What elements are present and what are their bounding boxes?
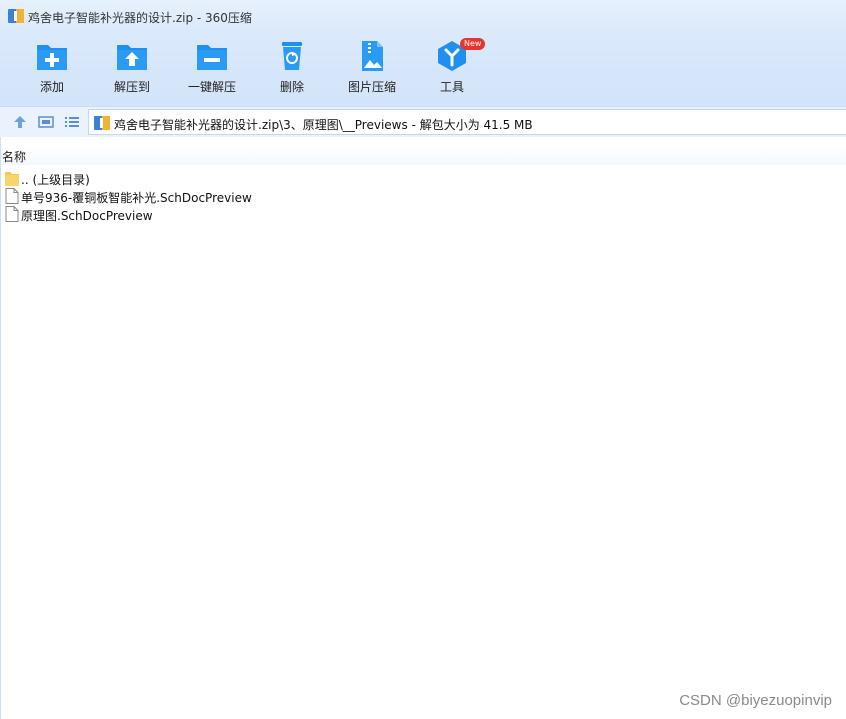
file-icon — [5, 188, 19, 204]
add-folder-icon — [37, 45, 67, 70]
delete-button[interactable]: 删除 — [256, 40, 328, 100]
delete-button-label: 删除 — [279, 80, 304, 94]
list-item[interactable]: 原理图.SchDocPreview — [5, 205, 405, 223]
list-item[interactable]: 单号936-覆铜板智能补光.SchDocPreview — [5, 187, 405, 205]
archive-icon — [8, 9, 24, 23]
one-click-extract-button[interactable]: 一键解压 — [176, 40, 248, 100]
archive-icon — [94, 116, 110, 130]
column-header-name[interactable]: 名称 — [1, 147, 846, 165]
list-item-name: .. (上级目录) — [21, 173, 90, 187]
one-click-extract-button-label: 一键解压 — [187, 80, 236, 94]
address-bar[interactable]: 鸡舍电子智能补光器的设计.zip\3、原理图\__Previews - 解包大小… — [88, 109, 846, 135]
tools-button[interactable]: New 工具 — [416, 38, 488, 100]
trash-icon — [282, 42, 302, 70]
extract-to-button-label: 解压到 — [113, 80, 150, 94]
image-compress-icon — [362, 41, 383, 71]
one-click-extract-icon — [197, 45, 227, 70]
file-list: 名称 .. (上级目录) 单号936-覆铜板智能补光.SchDocPreview… — [0, 137, 846, 719]
toolbar: 添加 解压到 一键解压 删除 图片压缩 New 工具 — [0, 32, 846, 106]
folder-icon — [5, 172, 19, 186]
list-item-name: 原理图.SchDocPreview — [21, 209, 153, 223]
column-name-label: 名称 — [2, 150, 27, 164]
address-path: 鸡舍电子智能补光器的设计.zip\3、原理图\__Previews - 解包大小… — [114, 118, 533, 132]
up-arrow-icon[interactable] — [12, 114, 28, 130]
list-item-name: 单号936-覆铜板智能补光.SchDocPreview — [21, 191, 252, 205]
extract-to-icon — [117, 45, 147, 70]
add-button[interactable]: 添加 — [16, 40, 88, 100]
add-button-label: 添加 — [39, 80, 64, 94]
navigation-bar: 鸡舍电子智能补光器的设计.zip\3、原理图\__Previews - 解包大小… — [0, 106, 846, 137]
window-title: 鸡舍电子智能补光器的设计.zip - 360压缩 — [28, 11, 252, 25]
watermark: CSDN @biyezuopinvip — [679, 692, 832, 709]
new-badge: New — [460, 38, 486, 50]
extract-to-button[interactable]: 解压到 — [96, 40, 168, 100]
image-compress-button-label: 图片压缩 — [347, 80, 396, 94]
image-compress-button[interactable]: 图片压缩 — [336, 40, 408, 100]
file-icon — [5, 206, 19, 222]
tools-button-label: 工具 — [439, 80, 464, 94]
list-item-parent-folder[interactable]: .. (上级目录) — [5, 169, 405, 187]
title-bar: 鸡舍电子智能补光器的设计.zip - 360压缩 — [0, 0, 846, 32]
list-view-icon[interactable] — [64, 114, 80, 130]
thumbnail-view-icon[interactable] — [38, 114, 54, 130]
